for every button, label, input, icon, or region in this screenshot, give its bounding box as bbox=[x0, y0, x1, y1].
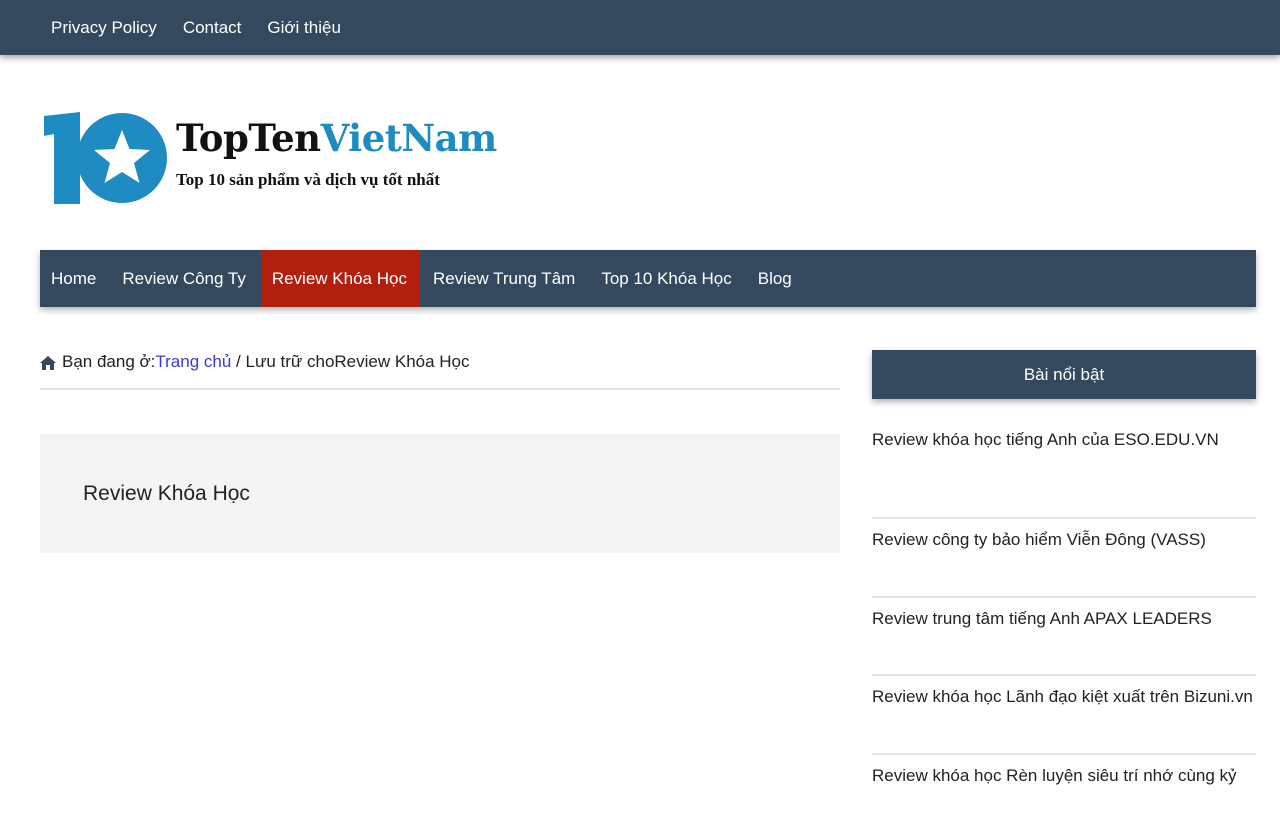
topnav-privacy-policy[interactable]: Privacy Policy bbox=[38, 0, 170, 55]
site-logo[interactable]: TopTenVietNam Top 10 sản phẩm và dịch vụ… bbox=[40, 110, 470, 210]
featured-post-link[interactable]: Review khóa học tiếng Anh của ESO.EDU.VN bbox=[872, 430, 1256, 450]
logo-subtitle: Top 10 sản phẩm và dịch vụ tốt nhất bbox=[176, 170, 497, 190]
featured-post-link[interactable]: Review khóa học Rèn luyện siêu trí nhớ c… bbox=[872, 766, 1256, 786]
list-item: Review khóa học Rèn luyện siêu trí nhớ c… bbox=[872, 755, 1256, 833]
nav-top-10-khoa-hoc[interactable]: Top 10 Khóa Học bbox=[590, 250, 744, 307]
nav-blog[interactable]: Blog bbox=[747, 250, 805, 307]
logo-text: TopTenVietNam Top 10 sản phẩm và dịch vụ… bbox=[176, 116, 497, 190]
list-item: Review khóa học tiếng Anh của ESO.EDU.VN bbox=[872, 419, 1256, 519]
list-item: Review trung tâm tiếng Anh APAX LEADERS bbox=[872, 598, 1256, 677]
featured-post-link[interactable]: Review trung tâm tiếng Anh APAX LEADERS bbox=[872, 609, 1256, 629]
nav-review-khoa-hoc[interactable]: Review Khóa Học bbox=[261, 250, 420, 307]
topnav-contact[interactable]: Contact bbox=[170, 0, 255, 55]
top-utility-nav: Privacy Policy Contact Giới thiệu bbox=[0, 0, 1280, 55]
nav-home[interactable]: Home bbox=[40, 250, 109, 307]
breadcrumb-home-link[interactable]: Trang chủ bbox=[155, 352, 231, 372]
nav-review-trung-tam[interactable]: Review Trung Tâm bbox=[422, 250, 588, 307]
featured-post-link[interactable]: Review khóa học Lãnh đạo kiệt xuất trên … bbox=[872, 687, 1256, 707]
breadcrumb-current: Lưu trữ choReview Khóa Học bbox=[245, 352, 469, 372]
sidebar: Bài nổi bật Review khóa học tiếng Anh củ… bbox=[872, 350, 1256, 833]
archive-header: Review Khóa Học bbox=[40, 434, 840, 553]
logo-title: TopTenVietNam bbox=[176, 116, 497, 160]
logo-title-part1: TopTen bbox=[176, 116, 321, 160]
featured-post-list: Review khóa học tiếng Anh của ESO.EDU.VN… bbox=[872, 419, 1256, 833]
archive-title: Review Khóa Học bbox=[83, 482, 840, 506]
breadcrumb-separator: / bbox=[231, 352, 245, 372]
breadcrumb: Bạn đang ở:Trang chủ / Lưu trữ choReview… bbox=[40, 352, 840, 390]
sidebar-title: Bài nổi bật bbox=[872, 350, 1256, 399]
list-item: Review khóa học Lãnh đạo kiệt xuất trên … bbox=[872, 676, 1256, 755]
nav-review-cong-ty[interactable]: Review Công Ty bbox=[111, 250, 258, 307]
number-10-star-icon bbox=[40, 110, 168, 206]
list-item: Review công ty bảo hiểm Viễn Đông (VASS) bbox=[872, 519, 1256, 598]
topnav-about[interactable]: Giới thiệu bbox=[254, 0, 354, 55]
home-icon bbox=[40, 355, 56, 375]
featured-post-link[interactable]: Review công ty bảo hiểm Viễn Đông (VASS) bbox=[872, 530, 1256, 550]
breadcrumb-prefix: Bạn đang ở: bbox=[62, 352, 155, 372]
logo-title-part2: VietNam bbox=[321, 116, 497, 160]
main-nav: Home Review Công Ty Review Khóa Học Revi… bbox=[40, 250, 1256, 307]
